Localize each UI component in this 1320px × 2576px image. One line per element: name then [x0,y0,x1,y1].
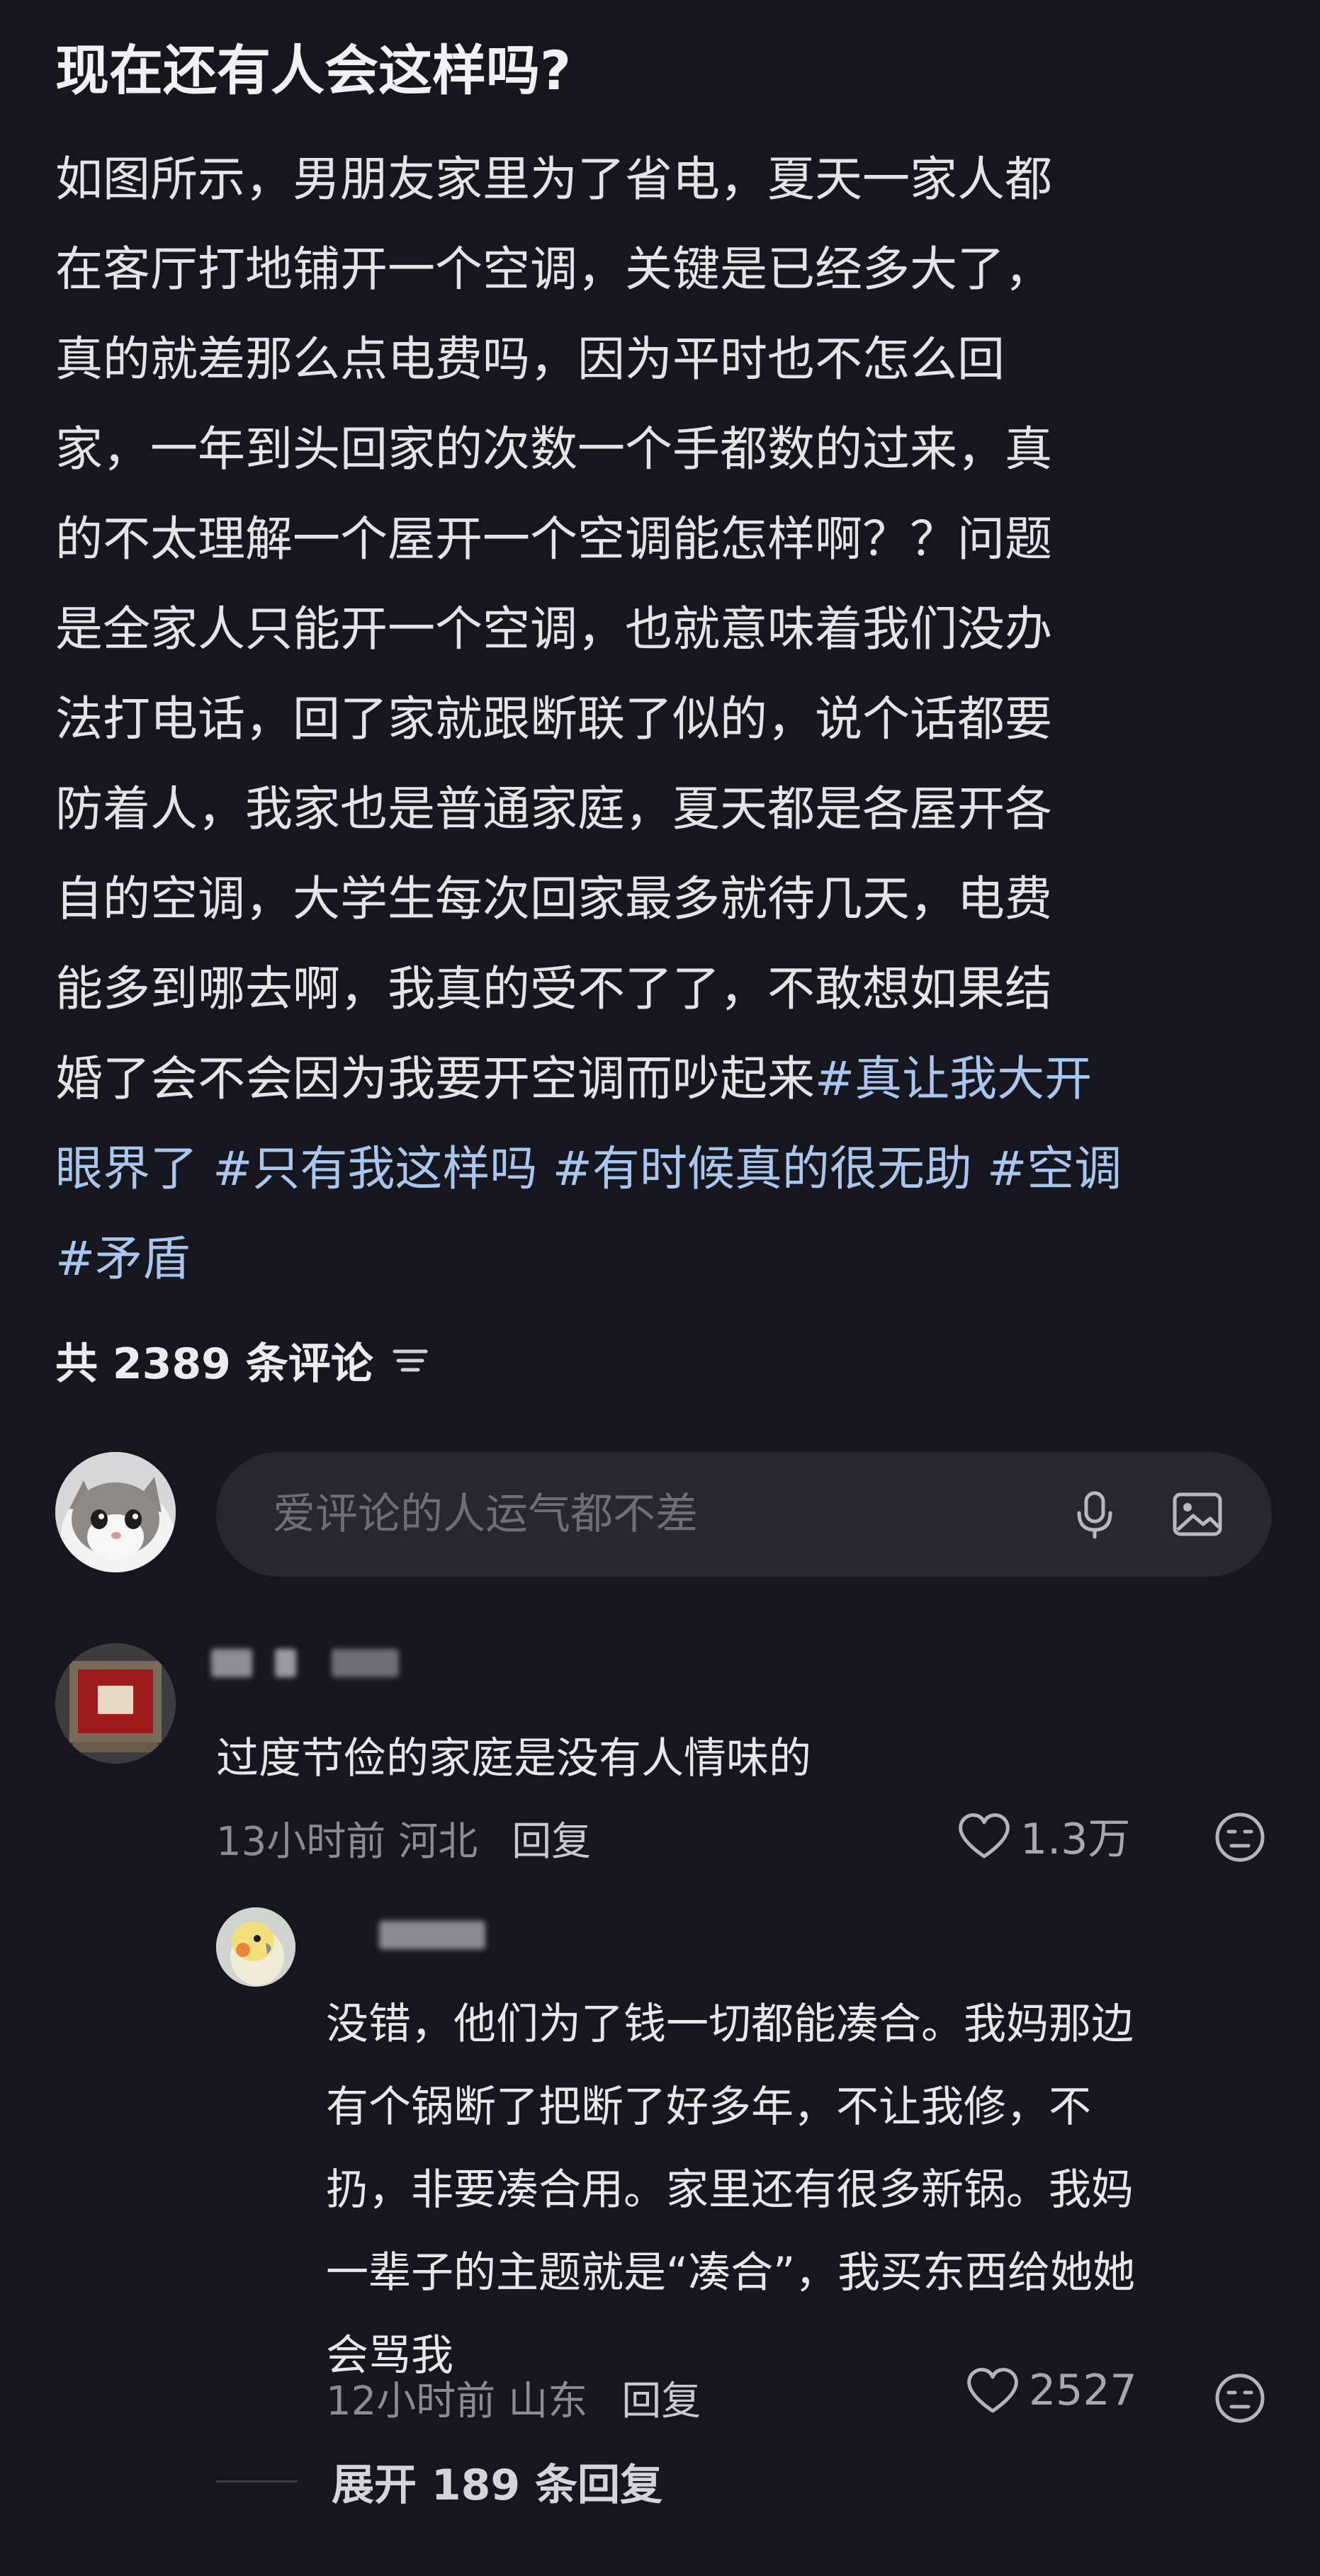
reply-meta: 12小时前 山东 回复 [326,2369,701,2427]
heart-icon [959,1812,1010,1858]
comment-count-row: 共 2389 条评论 [55,1324,431,1395]
commenter-name-redacted [211,1649,402,1677]
heart-icon [967,2368,1018,2413]
post-body-line: 婚了会不会因为我要开空调而吵起来#真让我大开 [55,1051,1093,1106]
comment-text: 过度节俭的家庭是没有人情味的 [216,1718,811,1800]
post-body-line: 如图所示，男朋友家里为了省电，夏天一家人都 [55,152,1052,207]
replier-name-redacted [379,1921,492,1949]
hashtag-link[interactable]: #矛盾 [55,1231,190,1286]
post-title: 现在还有人会这样吗? [55,39,572,102]
reply-button[interactable]: 回复 [621,2378,701,2424]
replier-avatar[interactable] [216,1907,295,1987]
comment-count: 共 2389 条评论 [55,1339,373,1389]
post-body-line: 真的就差那么点电费吗，因为平时也不怎么回 [55,331,1005,387]
commenter-avatar[interactable] [55,1643,176,1764]
reply-button[interactable]: 回复 [512,1819,591,1865]
parrot-avatar [216,1907,295,1987]
expand-divider [216,2480,298,2483]
image-icon[interactable] [1169,1486,1226,1543]
like-count: 1.3万 [1020,1815,1131,1864]
dislike-face-icon[interactable] [1213,2371,1267,2425]
post-body-line: 是全家人只能开一个空调，也就意味着我们没办 [55,601,1052,657]
post-body-line: 防着人，我家也是普通家庭，夏天都是各屋开各 [55,781,1052,836]
reply-line: 有个锅断了把断了好多年，不让我修，不 [326,2082,1091,2132]
post-body-line: 法打电话，回了家就跟断联了似的，说个话都要 [55,691,1052,747]
comment-line: 过度节俭的家庭是没有人情味的 [216,1734,811,1783]
post-body-line: 自的空调，大学生每次回家最多就待几天，电费 [55,871,1052,926]
dislike-face-icon[interactable] [1213,1810,1267,1864]
comment-input-placeholder: 爱评论的人运气都不差 [273,1490,698,1539]
expand-replies-button[interactable]: 展开 189 条回复 [216,2451,662,2512]
post-body-line: 的不太理解一个屋开一个空调能怎样啊？？问题 [55,511,1052,567]
current-user-avatar[interactable] [55,1452,176,1572]
framed-picture-avatar [55,1643,176,1764]
like-button[interactable]: 1.3万 [957,1805,1130,1866]
reply-line: 扔，非要凑合用。家里还有很多新锅。我妈 [326,2165,1134,2215]
cat-avatar-icon [55,1452,176,1572]
comment-meta: 13小时前 河北 回复 [216,1810,591,1867]
reply-text: 没错，他们为了钱一切都能凑合。我妈那边 有个锅断了把断了好多年，不让我修，不 扔… [326,1983,1135,2398]
comment-location: 河北 [398,1819,478,1865]
microphone-icon[interactable] [1066,1486,1123,1543]
post-body-line: 能多到哪去啊，我真的受不了了，不敢想如果结 [55,961,1052,1016]
sort-lines-icon[interactable] [389,1339,431,1381]
post-body-line: 家，一年到头回家的次数一个手都数的过来，真 [55,421,1052,477]
comment-time: 13小时前 [216,1819,386,1865]
post-body: 如图所示，男朋友家里为了省电，夏天一家人都 在客厅打地铺开一个空调，关键是已经多… [55,135,1274,1304]
reply-location: 山东 [508,2378,588,2424]
reply-time: 12小时前 [326,2378,496,2424]
post-body-line: #矛盾 [55,1214,1274,1304]
hashtag-link[interactable]: 眼界了 #只有我这样吗 #有时候真的很无助 #空调 [55,1141,1122,1196]
like-button[interactable]: 2527 [965,2366,1137,2415]
post-body-line: 在客厅打地铺开一个空调，关键是已经多大了， [55,242,1052,297]
reply-line: 一辈子的主题就是“凑合”，我买东西给她她 [326,2248,1136,2298]
comment-input[interactable]: 爱评论的人运气都不差 [216,1452,1272,1577]
like-count: 2527 [1029,2366,1137,2415]
post-body-line: 眼界了 #只有我这样吗 #有时候真的很无助 #空调 [55,1124,1274,1214]
expand-replies-label: 展开 189 条回复 [332,2461,663,2510]
hashtag-link[interactable]: #真让我大开 [815,1051,1092,1106]
reply-line: 没错，他们为了钱一切都能凑合。我妈那边 [326,1999,1134,2049]
